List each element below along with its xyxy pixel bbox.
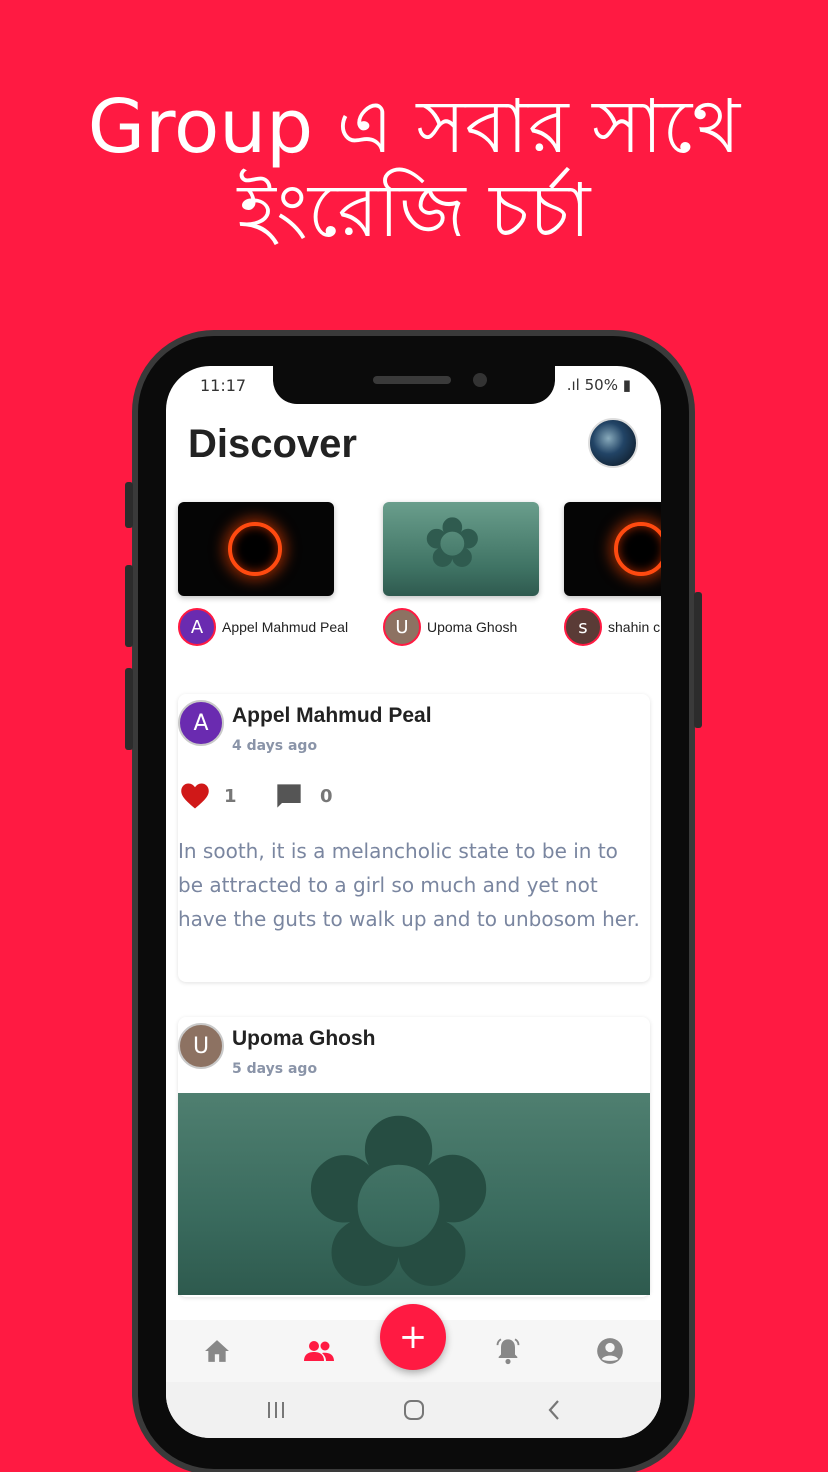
page-title: Discover <box>188 422 357 466</box>
battery-level: 50% <box>584 376 618 394</box>
status-indicators: .ıl 50% ▮ <box>567 376 631 394</box>
post-author[interactable]: Upoma Ghosh <box>232 1027 376 1051</box>
story-author: shahin c <box>608 619 661 635</box>
phone-side-button <box>125 565 133 647</box>
avatar: A <box>178 608 216 646</box>
speaker-grille <box>373 376 451 384</box>
avatar: s <box>564 608 602 646</box>
story-thumbnail[interactable] <box>178 502 334 596</box>
like-button[interactable]: 1 <box>180 782 237 810</box>
account-icon[interactable] <box>595 1336 625 1366</box>
add-post-button[interactable]: + <box>380 1304 446 1370</box>
post-time: 5 days ago <box>232 1061 318 1077</box>
avatar[interactable]: A <box>178 700 224 746</box>
like-count: 1 <box>224 785 237 807</box>
status-time: 11:17 <box>200 376 247 395</box>
post-time: 4 days ago <box>232 738 318 754</box>
story-author: Appel Mahmud Peal <box>222 619 349 635</box>
notch <box>273 366 555 404</box>
post-text: In sooth, it is a melancholic state to b… <box>178 839 640 931</box>
phone-side-button <box>125 482 133 528</box>
home-system-icon[interactable] <box>400 1396 428 1424</box>
avatar[interactable]: U <box>178 1023 224 1069</box>
post-card[interactable]: A Appel Mahmud Peal 4 days ago 1 0 In so… <box>178 694 650 982</box>
headline-line-2: ইংরেজি চর্চা <box>237 168 591 254</box>
story-thumbnail[interactable] <box>564 502 661 596</box>
post-image[interactable]: ✿ <box>178 1093 650 1295</box>
phone-power-button <box>694 592 702 728</box>
story-thumbnail[interactable]: ✿ <box>383 502 539 596</box>
story-author: Upoma Ghosh <box>427 619 518 635</box>
avatar: U <box>383 608 421 646</box>
heart-icon[interactable] <box>180 782 210 810</box>
comment-icon[interactable] <box>274 782 304 810</box>
front-camera <box>473 373 487 387</box>
system-nav-bar <box>166 1382 661 1438</box>
group-icon[interactable] <box>304 1336 334 1366</box>
battery-icon: ▮ <box>617 376 631 394</box>
story-item[interactable]: ✿ U Upoma Ghosh <box>383 502 539 646</box>
post-card[interactable]: U Upoma Ghosh 5 days ago ✿ <box>178 1017 650 1297</box>
story-item[interactable]: A Appel Mahmud Peal <box>178 502 348 646</box>
post-author[interactable]: Appel Mahmud Peal <box>232 704 432 728</box>
comment-count: 0 <box>320 785 333 807</box>
back-icon[interactable] <box>540 1396 568 1424</box>
notification-icon[interactable] <box>493 1336 523 1366</box>
headline-line-1: Group এ সবার সাথে <box>87 84 741 170</box>
home-icon[interactable] <box>202 1336 232 1366</box>
profile-avatar[interactable] <box>588 418 638 468</box>
app-screen: 11:17 .ıl 50% ▮ Discover A Appel Mahmud … <box>166 366 661 1438</box>
story-item[interactable]: s shahin c <box>564 502 661 646</box>
phone-side-button <box>125 668 133 750</box>
comment-button[interactable]: 0 <box>274 782 333 810</box>
recent-apps-icon[interactable] <box>262 1396 290 1424</box>
signal-icon: .ıl <box>566 376 585 394</box>
